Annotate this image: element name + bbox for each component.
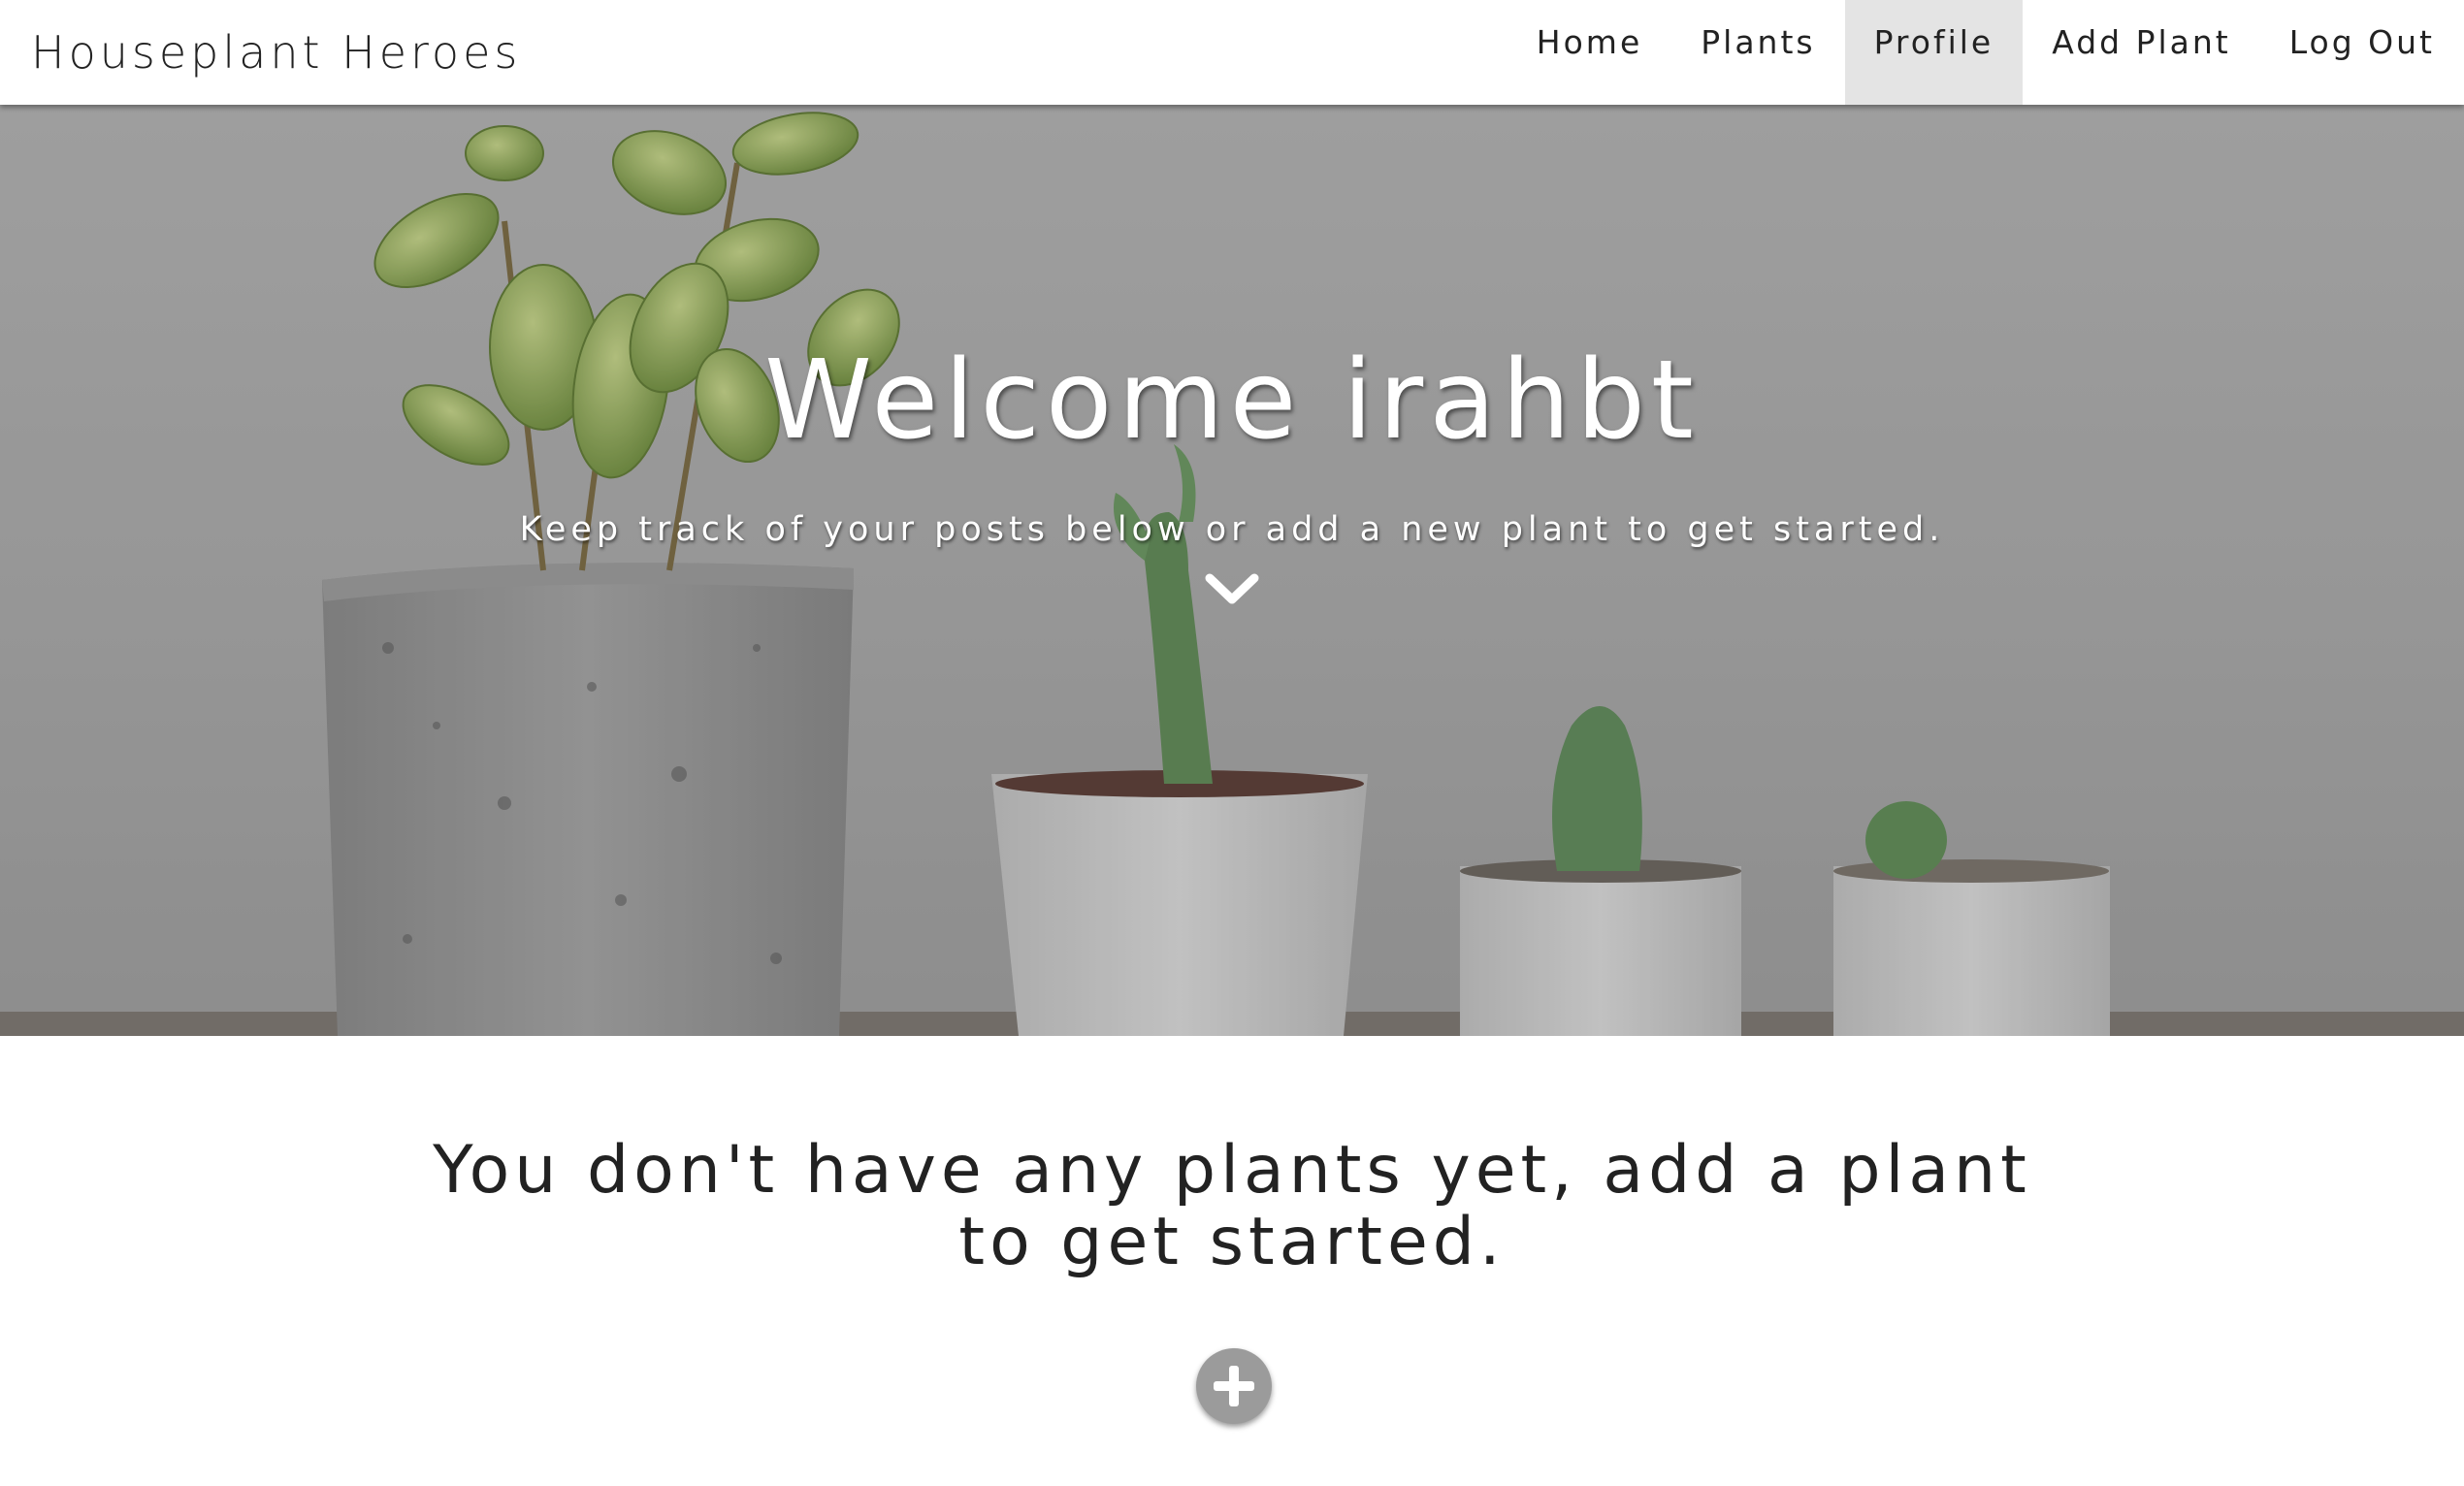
nav-links: Home Plants Profile Add Plant Log Out [1508,0,2464,105]
add-plant-button[interactable] [1196,1348,1272,1424]
hero-title: Welcome irahbt [764,338,1700,464]
nav-add-plant-link[interactable]: Add Plant [2023,0,2260,105]
plus-circle-icon [1214,1366,1254,1406]
navbar: Houseplant Heroes Home Plants Profile Ad… [0,0,2464,105]
chevron-down-icon[interactable] [1204,570,1260,609]
hero-subtitle: Keep track of your posts below or add a … [519,510,1945,549]
nav-profile-link[interactable]: Profile [1844,0,2024,105]
nav-plants-link[interactable]: Plants [1671,0,1844,105]
hero-banner: Welcome irahbt Keep track of your posts … [0,105,2464,1036]
empty-plants-message: You don't have any plants yet, add a pla… [433,1132,2031,1280]
brand-logo[interactable]: Houseplant Heroes [31,0,521,105]
nav-home-link[interactable]: Home [1508,0,1671,105]
nav-log-out-link[interactable]: Log Out [2260,0,2464,105]
